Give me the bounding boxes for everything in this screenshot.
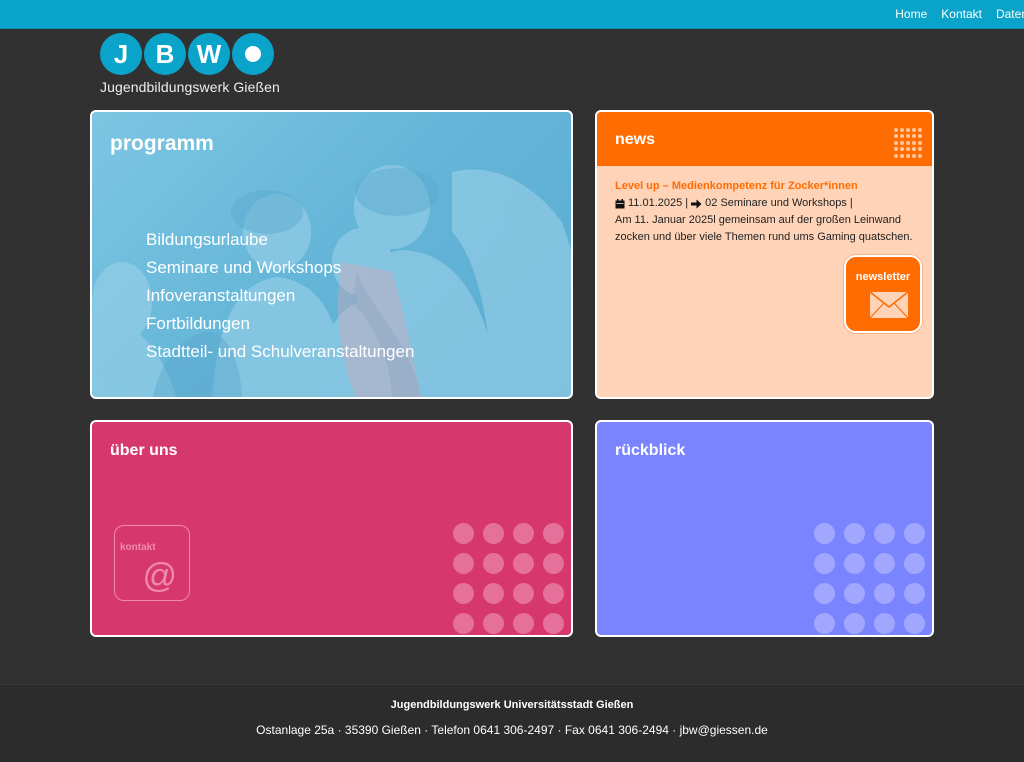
calendar-icon	[615, 198, 625, 208]
programm-item-stadtteil[interactable]: Stadtteil- und Schulveranstaltungen	[146, 338, 414, 366]
at-icon: @	[142, 557, 177, 595]
kontakt-label: kontakt	[120, 542, 156, 553]
programm-item-fortbildungen[interactable]: Fortbildungen	[146, 310, 414, 338]
ueber-uns-tile[interactable]: über uns kontakt @	[90, 420, 573, 637]
logo-subtitle: Jugendbildungswerk Gießen	[100, 79, 280, 95]
logo-letter-b: B	[144, 33, 186, 75]
envelope-icon	[870, 292, 908, 318]
footer-title: Jugendbildungswerk Universitätsstadt Gie…	[390, 699, 634, 711]
logo-dot-circle	[232, 33, 274, 75]
rueckblick-dots-decoration	[814, 523, 925, 634]
newsletter-label: newsletter	[855, 271, 911, 283]
news-tile: news Level up – Medienkompetenz für Zock…	[595, 110, 934, 399]
nav-kontakt-link[interactable]: Kontakt	[941, 7, 982, 21]
site-logo[interactable]: J B W Jugendbildungswerk Gießen	[100, 33, 290, 97]
programm-tile[interactable]: programm Bildungsurlaube Seminare und Wo…	[90, 110, 573, 399]
rueckblick-tile[interactable]: rückblick	[595, 420, 934, 637]
kontakt-button[interactable]: kontakt @	[114, 525, 190, 601]
news-header: news	[597, 112, 932, 166]
news-category[interactable]: 02 Seminare und Workshops |	[705, 195, 853, 212]
footer-address: Ostanlage 25a · 35390 Gießen · Telefon 0…	[256, 723, 768, 737]
news-title: news	[615, 131, 656, 148]
news-article-title[interactable]: Level up – Medienkompetenz für Zocker*in…	[615, 178, 922, 195]
logo-letter-j: J	[100, 33, 142, 75]
programm-title: programm	[110, 132, 214, 155]
programm-list: Bildungsurlaube Seminare und Workshops I…	[146, 226, 414, 366]
site-footer: Jugendbildungswerk Universitätsstadt Gie…	[0, 684, 1024, 762]
logo-circles: J B W	[100, 33, 290, 75]
news-dots-icon	[894, 128, 924, 158]
ueber-dots-decoration	[453, 523, 564, 634]
logo-letter-w: W	[188, 33, 230, 75]
arrow-right-icon	[691, 199, 702, 208]
top-nav: Home Kontakt Datens	[895, 7, 1024, 21]
news-date: 11.01.2025 |	[628, 197, 689, 209]
logo-dot-icon	[245, 46, 261, 62]
rueckblick-title: rückblick	[615, 442, 686, 459]
nav-datenschutz-link[interactable]: Datens	[996, 7, 1024, 21]
ueber-uns-title: über uns	[110, 442, 178, 459]
newsletter-button[interactable]: newsletter	[844, 255, 922, 333]
news-body: Level up – Medienkompetenz für Zocker*in…	[615, 178, 922, 246]
news-text: Am 11. Januar 2025l gemeinsam auf der gr…	[615, 214, 913, 243]
top-bar: Home Kontakt Datens	[0, 0, 1024, 29]
programm-item-bildungsurlaube[interactable]: Bildungsurlaube	[146, 226, 414, 254]
nav-home-link[interactable]: Home	[895, 7, 927, 21]
programm-item-seminare[interactable]: Seminare und Workshops	[146, 254, 414, 282]
news-meta: 11.01.2025 | 02 Seminare und Workshops |	[615, 195, 922, 212]
programm-item-infoveranstaltungen[interactable]: Infoveranstaltungen	[146, 282, 414, 310]
